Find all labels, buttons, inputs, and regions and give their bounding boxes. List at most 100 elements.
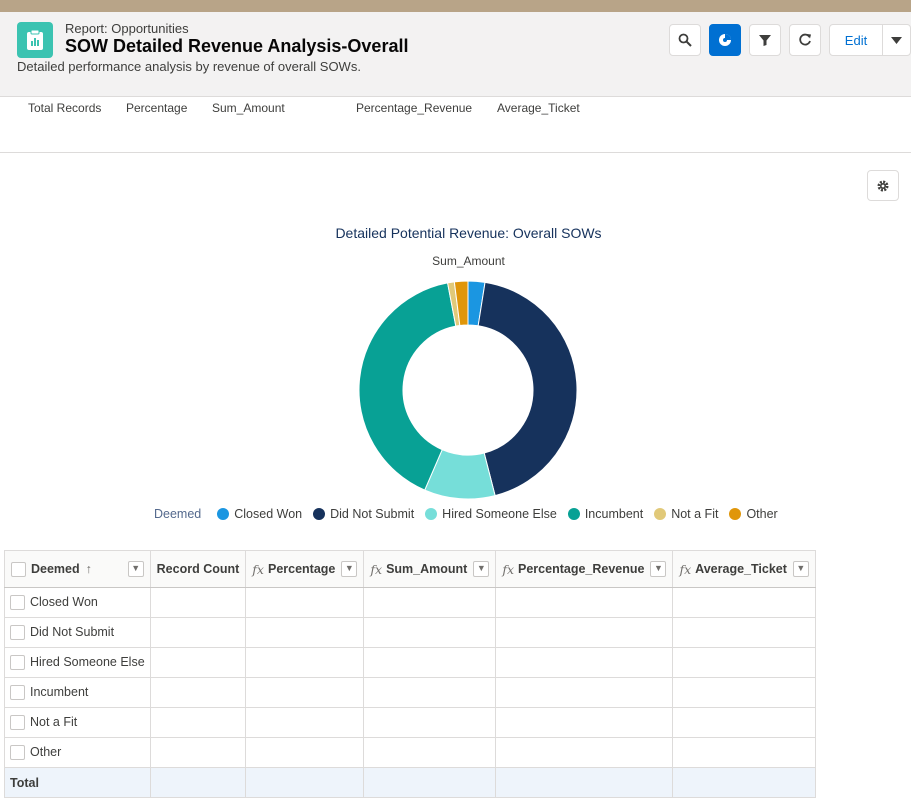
filter-icon <box>759 35 771 46</box>
table-cell <box>495 617 674 648</box>
table-cell <box>245 677 365 708</box>
row-checkbox[interactable] <box>10 595 25 611</box>
chart-settings-button[interactable] <box>867 170 899 201</box>
column-menu-icon[interactable]: ▼ <box>127 561 144 577</box>
table-row: Other <box>4 737 816 768</box>
legend-swatch <box>425 508 438 520</box>
chart-icon <box>719 34 731 46</box>
row-label: Not a Fit <box>30 714 78 729</box>
table-cell <box>149 737 247 768</box>
total-row: Total <box>4 767 816 798</box>
column-header-sum-amount[interactable]: fx Sum_Amount ▼ <box>363 550 497 588</box>
filter-button[interactable] <box>749 24 781 56</box>
table-cell <box>672 677 816 708</box>
table-cell <box>495 677 674 708</box>
table-cell <box>149 647 247 678</box>
table-cell <box>672 707 816 738</box>
column-header-average-ticket[interactable]: fx Average_Ticket ▼ <box>672 550 816 588</box>
row-checkbox[interactable] <box>10 655 25 671</box>
search-button[interactable] <box>669 24 701 56</box>
summary-average-ticket: Average_Ticket <box>497 101 580 115</box>
row-checkbox[interactable] <box>10 625 25 641</box>
table-cell <box>495 647 674 678</box>
table-cell <box>495 707 674 738</box>
column-header-label: Sum_Amount <box>386 562 468 576</box>
legend-item-incumbent[interactable]: Incumbent <box>567 507 643 521</box>
table-row: Not a Fit <box>4 707 816 738</box>
legend-item-hired-someone-else[interactable]: Hired Someone Else <box>425 507 557 521</box>
legend-item-closed-won[interactable]: Closed Won <box>217 507 302 521</box>
column-menu-icon[interactable]: ▼ <box>650 561 667 577</box>
row-label: Did Not Submit <box>30 624 115 639</box>
report-table: Deemed ↑ ▼ Record Count fx Percentage ▼ fx Sum_A… <box>4 550 816 798</box>
total-cell <box>149 767 247 798</box>
table-cell <box>363 737 497 768</box>
page-title: SOW Detailed Revenue Analysis-Overall <box>65 36 409 56</box>
page-description: Detailed performance analysis by revenue… <box>17 59 361 74</box>
legend-swatch <box>567 508 580 520</box>
row-label: Hired Someone Else <box>30 654 145 669</box>
table-cell <box>363 677 497 708</box>
sort-ascending-icon[interactable]: ↑ <box>86 562 92 576</box>
column-menu-icon[interactable]: ▼ <box>473 561 490 577</box>
legend-label: Closed Won <box>234 507 303 521</box>
donut-slice-did-not-submit[interactable] <box>477 281 578 497</box>
legend-item-not-a-fit[interactable]: Not a Fit <box>654 507 718 521</box>
summary-total-records: Total Records <box>28 101 102 115</box>
table-cell <box>672 737 816 768</box>
refresh-button[interactable] <box>789 24 821 56</box>
chart-title: Detailed Potential Revenue: Overall SOWs <box>335 225 602 241</box>
total-cell <box>245 767 365 798</box>
legend-label: Other <box>746 507 778 521</box>
legend-item-did-not-submit[interactable]: Did Not Submit <box>313 507 414 521</box>
table-cell <box>672 617 816 648</box>
gear-icon <box>877 180 889 191</box>
row-checkbox[interactable] <box>10 715 25 731</box>
table-cell <box>149 587 247 618</box>
edit-menu-button[interactable] <box>882 24 911 56</box>
formula-icon: fx <box>252 561 264 577</box>
row-label: Incumbent <box>30 684 89 699</box>
table-header-row: Deemed ↑ ▼ Record Count fx Percentage ▼ fx Sum_A… <box>4 550 816 588</box>
column-header-label: Deemed <box>31 562 80 576</box>
table-cell <box>245 647 365 678</box>
toggle-chart-button[interactable] <box>709 24 741 56</box>
table-cell <box>672 587 816 618</box>
legend-swatch <box>313 508 326 520</box>
row-checkbox[interactable] <box>10 685 25 701</box>
total-cell <box>495 767 674 798</box>
legend-item-other[interactable]: Other <box>729 507 778 521</box>
row-label-cell: Other <box>4 737 151 768</box>
select-all-checkbox[interactable] <box>11 561 26 577</box>
summary-percentage-revenue: Percentage_Revenue <box>356 101 473 115</box>
row-label: Closed Won <box>30 594 98 609</box>
row-label-cell: Closed Won <box>4 587 151 618</box>
row-checkbox[interactable] <box>10 745 25 761</box>
table-row: Incumbent <box>4 677 816 708</box>
chart-subtitle: Sum_Amount <box>432 254 505 268</box>
formula-icon: fx <box>502 561 515 577</box>
total-label-cell: Total <box>4 767 151 798</box>
legend-label: Not a Fit <box>671 507 719 521</box>
row-label: Other <box>30 744 62 759</box>
column-header-record-count[interactable]: Record Count <box>149 550 247 588</box>
row-label-cell: Hired Someone Else <box>4 647 151 678</box>
column-header-percentage-revenue[interactable]: fx Percentage_Revenue ▼ <box>495 550 674 588</box>
row-label-cell: Did Not Submit <box>4 617 151 648</box>
column-header-deemed[interactable]: Deemed ↑ ▼ <box>4 550 151 588</box>
formula-icon: fx <box>370 561 383 577</box>
column-menu-icon[interactable]: ▼ <box>792 561 809 577</box>
legend-swatch <box>729 508 742 520</box>
table-cell <box>245 707 365 738</box>
table-cell <box>245 587 365 618</box>
column-header-label: Record Count <box>156 562 240 576</box>
table-cell <box>672 647 816 678</box>
legend-swatch <box>217 508 230 520</box>
total-label: Total <box>10 775 39 790</box>
table-row: Closed Won <box>4 587 816 618</box>
edit-button[interactable]: Edit <box>829 24 883 56</box>
legend-label: Hired Someone Else <box>442 507 557 521</box>
column-header-percentage[interactable]: fx Percentage ▼ <box>245 550 365 588</box>
formula-icon: fx <box>679 561 692 577</box>
column-menu-icon[interactable]: ▼ <box>341 561 358 577</box>
